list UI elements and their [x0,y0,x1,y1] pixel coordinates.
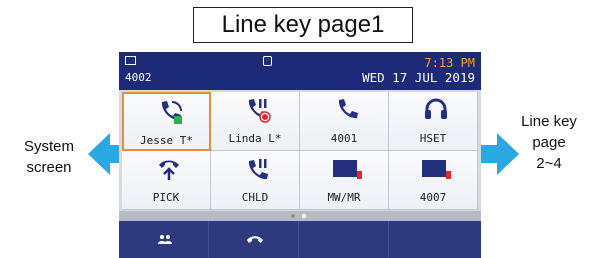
headset-icon [425,98,447,119]
contacts-icon [158,235,172,244]
clock-date: WED 17 JUL 2019 [362,70,475,85]
line-key-8[interactable]: 4007 [389,151,478,210]
line-key-7[interactable]: MW/MR [300,151,389,210]
line-key-grid: Jesse T* Linda L* 4001 HSET PICK CHLD MW… [119,90,481,211]
page-title: Line key page1 [193,7,413,43]
clock-time: 7:13 PM [424,56,475,70]
line-key-7-label: MW/MR [327,191,361,204]
line-key-4[interactable]: HSET [389,92,478,151]
line-key-3-label: 4001 [330,132,358,145]
page-dot-2 [302,214,306,218]
line-key-1[interactable]: Jesse T* [122,92,211,151]
message-icon [333,160,362,179]
extension-number: 4002 [125,71,152,84]
line-key-8-label: 4007 [419,191,447,204]
phone-hold-icon [248,99,271,123]
line-key-5-label: PICK [152,191,180,204]
system-screen-label-line1: System [23,138,74,155]
line-key-6-label: CHLD [241,191,269,204]
pickup-icon [159,160,179,180]
line-key-pages-label-line2: page [532,134,566,151]
system-screen-label-line2: screen [26,159,72,176]
soft-key-2[interactable] [209,221,299,258]
call-hold-icon [248,159,268,180]
status-bar: 4002 7:13 PM WED 17 JUL 2019 [119,52,481,90]
line-key-2-label: Linda L* [228,132,282,145]
soft-key-3[interactable] [299,221,389,258]
system-screen-label: System screen [12,136,86,178]
page-indicator [119,211,481,221]
line-icon [422,160,451,179]
phone-busy-icon [161,101,182,124]
handset-icon [247,236,263,243]
line-key-5[interactable]: PICK [122,151,211,210]
line-key-pages-label-line1: Line key [521,113,577,130]
line-key-3[interactable]: 4001 [300,92,389,151]
soft-key-1[interactable] [119,221,209,258]
line-key-2[interactable]: Linda L* [211,92,300,151]
status-indicator-icon [263,56,272,66]
line-key-1-label: Jesse T* [140,134,193,147]
phone-screen: 4002 7:13 PM WED 17 JUL 2019 Jesse T* Li… [119,52,481,258]
phone-icon [338,99,358,119]
soft-key-4[interactable] [389,221,479,258]
page-dot-1 [291,214,295,218]
soft-key-bar [119,221,481,258]
line-key-pages-label: Line key page 2~4 [513,111,585,174]
line-key-4-label: HSET [419,132,447,145]
message-indicator-icon [125,56,136,65]
line-key-pages-label-line3: 2~4 [536,155,562,172]
line-key-6[interactable]: CHLD [211,151,300,210]
